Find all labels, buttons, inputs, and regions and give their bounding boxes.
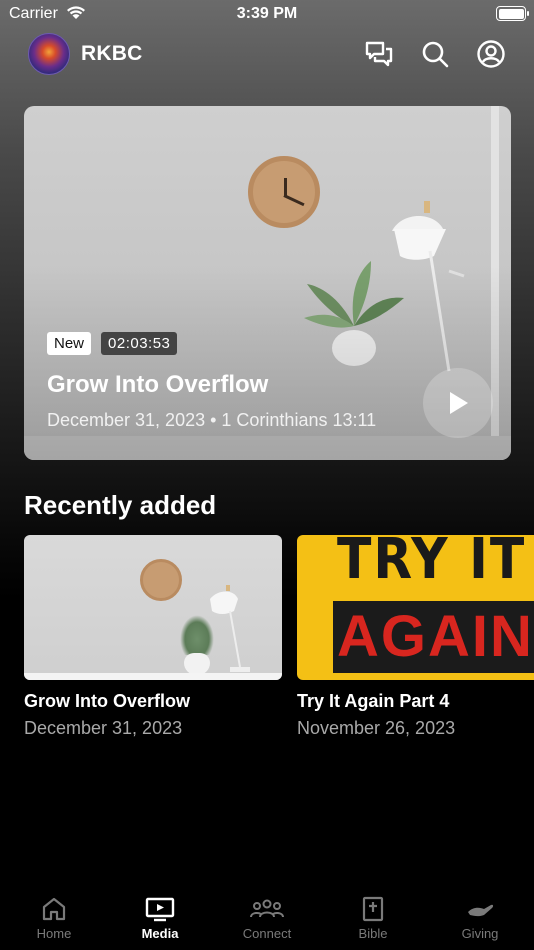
media-thumbnail: TRY IT AGAIN! [297,535,534,680]
tab-connect-label: Connect [242,926,292,941]
app-logo[interactable] [28,33,70,75]
chat-icon[interactable] [364,39,394,69]
home-icon [42,897,66,921]
new-badge: New [47,332,92,355]
thumb-text-bottom: AGAIN! [337,604,534,669]
thumb-plant-image [180,615,214,655]
app-header: RKBC [28,33,506,77]
media-date: December 31, 2023 [24,718,183,738]
search-icon[interactable] [420,39,450,69]
play-button[interactable] [423,368,493,438]
media-title: Grow Into Overflow [24,691,191,711]
battery-icon [496,6,529,21]
media-card[interactable]: TRY IT AGAIN! Try It Again Part 4 Novemb… [297,535,534,739]
thumb-text-top: TRY IT [337,535,527,592]
status-bar: Carrier 3:39 PM [0,0,534,30]
media-date: November 26, 2023 [297,718,456,738]
thumb-pot-image [184,653,210,675]
profile-icon[interactable] [476,39,506,69]
app-name: RKBC [81,42,143,65]
media-title: Try It Again Part 4 [297,691,450,711]
featured-sermon-card[interactable]: New 02:03:53 Grow Into Overflow December… [24,106,511,460]
tab-bible-label: Bible [358,926,388,941]
tv-icon [145,897,175,922]
tab-connect[interactable]: Connect [227,890,307,941]
screen: Carrier 3:39 PM RKBC New 02:03:53 Grow I… [0,0,534,950]
tab-home-label: Home [36,926,72,941]
featured-badges: New 02:03:53 [47,332,178,355]
tab-media-label: Media [141,926,179,941]
thumb-clock-image [140,559,182,601]
tab-home[interactable]: Home [14,890,94,941]
featured-title: Grow Into Overflow [47,371,269,398]
media-thumbnail [24,535,282,680]
tab-bible[interactable]: Bible [333,890,413,941]
play-icon [450,392,468,414]
people-icon [250,899,284,918]
tab-giving[interactable]: Giving [440,890,520,941]
giving-hand-icon [468,904,494,917]
duration-badge: 02:03:53 [101,332,178,355]
bible-icon [362,896,384,922]
tab-bar: Home Media Connect Bible Giving [0,890,534,950]
media-card[interactable]: Grow Into Overflow December 31, 2023 [24,535,282,739]
status-time: 3:39 PM [236,5,298,22]
tab-media[interactable]: Media [120,890,200,941]
tab-giving-label: Giving [461,926,499,941]
recently-added-heading: Recently added [24,490,217,520]
featured-meta: December 31, 2023 • 1 Corinthians 13:11 [47,410,377,430]
thumb-shelf [24,673,282,680]
